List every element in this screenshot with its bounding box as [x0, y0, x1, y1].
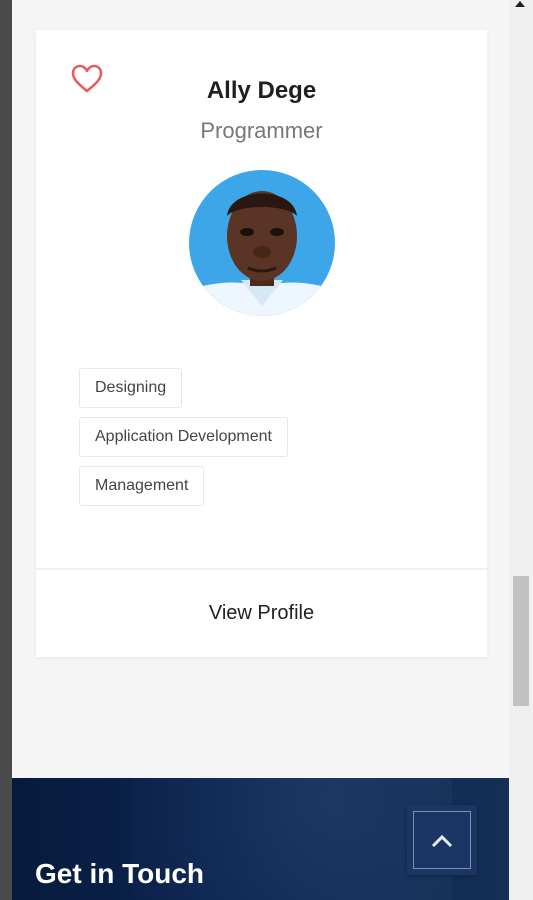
profile-name: Ally Dege [206, 77, 317, 104]
skill-tag: Application Development [79, 417, 288, 457]
scrollbar-thumb[interactable] [513, 576, 529, 706]
footer-title: Get in Touch [35, 858, 205, 889]
profile-role: Programmer [200, 118, 323, 143]
footer-section: Get in Touch [12, 778, 509, 900]
profile-card: Ally Dege Programmer Designing Applicati… [36, 30, 487, 657]
page-scrollbar[interactable] [509, 0, 533, 900]
back-to-top-button[interactable] [407, 805, 477, 875]
page-content: Ally Dege Programmer Designing Applicati… [12, 0, 509, 900]
viewport: Ally Dege Programmer Designing Applicati… [0, 0, 533, 900]
view-profile-button[interactable]: View Profile [36, 570, 487, 657]
skill-tags: Designing Application Development Manage… [79, 368, 288, 515]
chevron-up-icon [431, 834, 453, 848]
skill-tag: Management [79, 466, 205, 506]
left-window-edge [0, 0, 12, 900]
skill-tag: Designing [79, 368, 183, 408]
avatar [189, 170, 335, 316]
triangle-up-icon[interactable] [515, 1, 525, 7]
